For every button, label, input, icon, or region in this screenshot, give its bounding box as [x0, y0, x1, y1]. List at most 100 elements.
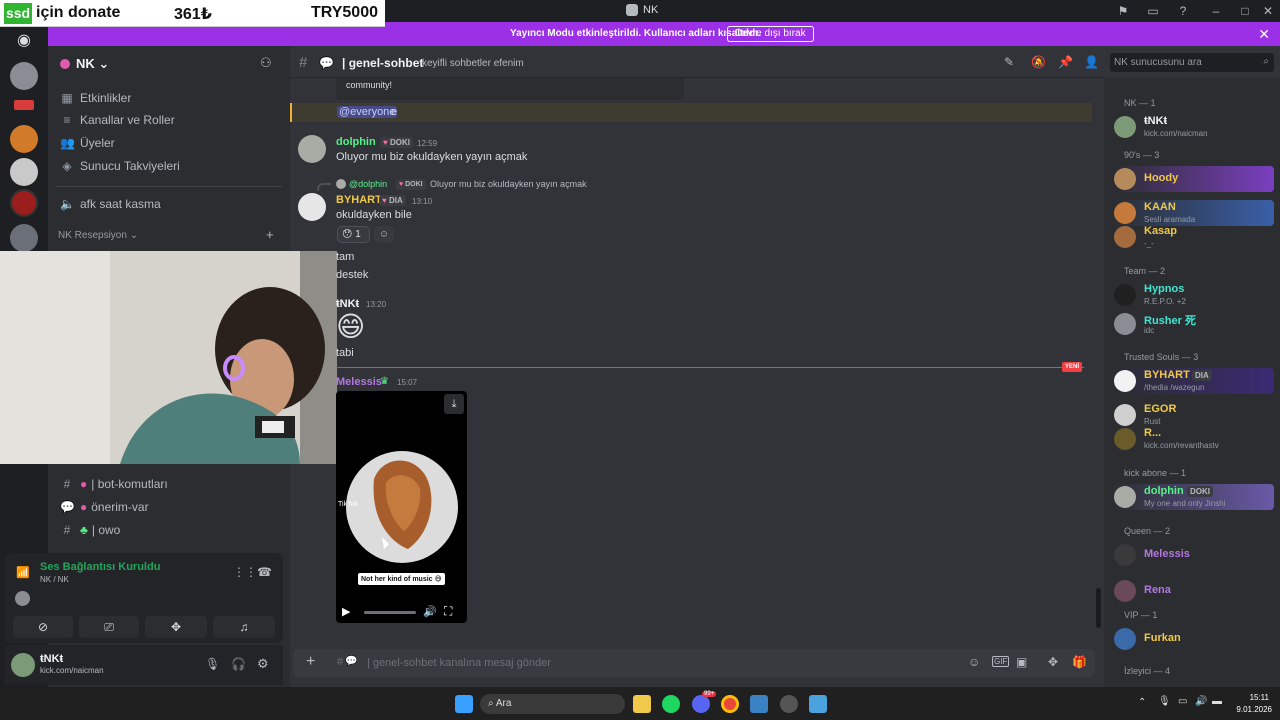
camera-off-button[interactable]: ⊘: [13, 616, 73, 638]
volume-icon[interactable]: 🔊: [423, 605, 437, 618]
screen-share-button[interactable]: ⎚: [79, 616, 139, 638]
member-name[interactable]: ŧNKŧ: [1144, 115, 1167, 127]
member-name[interactable]: BYHART: [1144, 369, 1190, 381]
reply-text[interactable]: Oluyor mu biz okuldayken yayın açmak: [430, 179, 587, 189]
sidebar-item-members[interactable]: 👥 Üyeler: [60, 133, 115, 153]
sidebar-item-events[interactable]: ▦ Etkinlikler: [60, 88, 131, 108]
voice-user-avatar[interactable]: [15, 591, 30, 606]
inbox-icon[interactable]: ⚑: [1115, 3, 1131, 19]
mute-icon[interactable]: 🔕: [1031, 55, 1046, 69]
fullscreen-icon[interactable]: ⛶: [444, 604, 452, 619]
search-box[interactable]: ⌕: [1110, 53, 1274, 72]
maximize-button[interactable]: □: [1237, 3, 1253, 19]
avatar[interactable]: [1114, 313, 1136, 335]
member-row[interactable]: [1112, 542, 1274, 568]
pin-icon[interactable]: 📌: [1058, 55, 1073, 69]
microphone-icon[interactable]: 🎙: [205, 657, 220, 671]
gift-emoji-icon[interactable]: ☺: [968, 655, 980, 669]
window-icon[interactable]: ▭: [1145, 3, 1161, 19]
member-name[interactable]: Kasap: [1144, 225, 1177, 237]
server-icon-3[interactable]: [10, 158, 38, 186]
member-row[interactable]: [1112, 166, 1274, 192]
help-icon[interactable]: ?: [1175, 3, 1191, 19]
chat-scrollbar[interactable]: [1096, 588, 1101, 628]
channel-owo[interactable]: # ♣ | owo: [60, 520, 121, 540]
member-row[interactable]: [1112, 626, 1274, 652]
server-icon-5[interactable]: [10, 224, 38, 252]
member-name[interactable]: Hoody: [1144, 172, 1178, 184]
member-row[interactable]: [1112, 578, 1274, 604]
avatar[interactable]: [1114, 628, 1136, 650]
video-progress-bar[interactable]: [364, 611, 416, 614]
video-player[interactable]: ⤓ TikTok Not her kind of music 😅 ▶ 🔊 ⛶: [336, 391, 467, 623]
member-row[interactable]: [1112, 282, 1274, 308]
avatar[interactable]: [1114, 116, 1136, 138]
headphones-icon[interactable]: 🎧: [231, 657, 246, 671]
message-input[interactable]: [367, 655, 767, 671]
tray-battery-icon[interactable]: ▬: [1212, 696, 1222, 707]
apps-icon[interactable]: ✥: [1048, 655, 1058, 669]
app-icon-1[interactable]: [750, 695, 768, 713]
message-author[interactable]: BYHART: [336, 194, 382, 206]
message-author[interactable]: Melessis: [336, 376, 382, 388]
message-author[interactable]: ŧNKŧ: [336, 298, 359, 310]
member-row[interactable]: [1112, 402, 1274, 428]
tray-chevron-icon[interactable]: ⌃: [1138, 697, 1146, 708]
avatar[interactable]: [298, 193, 326, 221]
message-author[interactable]: dolphin: [336, 136, 376, 148]
channel-bot-komutlari[interactable]: # ● | bot-komutları: [60, 474, 168, 494]
avatar[interactable]: [1114, 370, 1136, 392]
everyone-mention[interactable]: @everyone: [337, 106, 398, 118]
avatar[interactable]: [1114, 580, 1136, 602]
tray-volume-icon[interactable]: 🔊: [1195, 696, 1207, 707]
tray-network-icon[interactable]: ▭: [1178, 696, 1187, 707]
avatar[interactable]: [1114, 404, 1136, 426]
member-name[interactable]: Hypnos: [1144, 283, 1184, 295]
avatar[interactable]: [1114, 428, 1136, 450]
server-icon-4[interactable]: [10, 189, 38, 217]
avatar[interactable]: [298, 135, 326, 163]
server-icon-2[interactable]: [10, 125, 38, 153]
member-name[interactable]: Furkan: [1144, 632, 1181, 644]
channel-topic[interactable]: keyifli sohbetler efenim: [422, 58, 524, 69]
server-icon-red[interactable]: [14, 100, 34, 110]
invite-icon[interactable]: ⚇: [260, 55, 272, 71]
soundboard-button[interactable]: ♫: [213, 616, 275, 638]
server-icon-nk[interactable]: [10, 62, 38, 90]
app-icon-3[interactable]: [809, 695, 827, 713]
member-name[interactable]: Melessis: [1144, 548, 1190, 560]
reaction-pill[interactable]: 😯 1: [337, 226, 370, 243]
discord-taskbar-icon[interactable]: [692, 695, 710, 713]
gear-icon[interactable]: ⚙: [257, 656, 269, 672]
disconnect-icon[interactable]: ☎: [257, 565, 272, 579]
member-name[interactable]: Rena: [1144, 584, 1171, 596]
file-explorer-icon[interactable]: [633, 695, 651, 713]
member-list-icon[interactable]: 👤: [1084, 55, 1099, 69]
avatar[interactable]: [1114, 226, 1136, 248]
activities-button[interactable]: ✥: [145, 616, 207, 638]
noise-suppression-icon[interactable]: ⋮⋮: [233, 565, 257, 579]
avatar[interactable]: [1114, 284, 1136, 306]
app-icon-2[interactable]: [780, 695, 798, 713]
sidebar-item-boosts[interactable]: ◈ Sunucu Takviyeleri: [60, 156, 179, 176]
windows-start-icon[interactable]: [455, 695, 473, 713]
server-header[interactable]: NK ⌄: [60, 56, 109, 72]
add-channel-icon[interactable]: +: [266, 227, 274, 242]
user-avatar[interactable]: [11, 653, 35, 677]
channel-onerim-var[interactable]: 💬 ● önerim-var: [60, 497, 149, 517]
member-row[interactable]: [1112, 224, 1274, 250]
close-window-button[interactable]: ✕: [1260, 3, 1276, 19]
gift-icon[interactable]: 🎁: [1072, 655, 1087, 669]
tray-mic-icon[interactable]: 🎙: [1158, 696, 1171, 707]
gif-icon[interactable]: GIF: [992, 656, 1010, 667]
spotify-icon[interactable]: [662, 695, 680, 713]
voice-channel-afk[interactable]: 🔈 afk saat kasma: [60, 194, 161, 214]
play-icon[interactable]: ▶: [342, 605, 350, 618]
add-attachment-icon[interactable]: +: [306, 653, 315, 671]
member-name[interactable]: R...: [1144, 427, 1161, 439]
avatar[interactable]: [1114, 544, 1136, 566]
member-name[interactable]: EGOR: [1144, 403, 1176, 415]
category-nk-resepsiyon[interactable]: NK Resepsiyon ⌄: [58, 230, 138, 241]
taskbar-search[interactable]: ⌕ Ara: [480, 694, 625, 714]
avatar[interactable]: [1114, 168, 1136, 190]
